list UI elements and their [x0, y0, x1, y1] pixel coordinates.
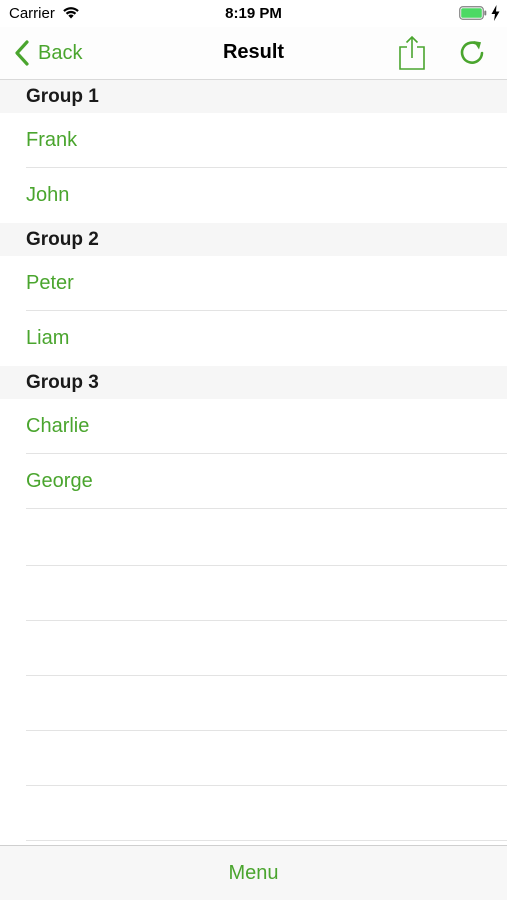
section-header-group-3: Group 3 [0, 366, 507, 399]
clock: 8:19 PM [225, 5, 282, 22]
list-item[interactable]: George [0, 454, 507, 509]
list-item[interactable]: Frank [0, 113, 507, 168]
charging-bolt-icon [491, 5, 500, 21]
navigation-bar: Back Result [0, 27, 507, 80]
empty-row-separator [0, 566, 507, 621]
status-bar: Carrier 8:19 PM [0, 0, 507, 27]
section-header-group-2: Group 2 [0, 223, 507, 256]
refresh-icon[interactable] [458, 39, 486, 67]
empty-row-separator [0, 676, 507, 731]
section-header-group-1: Group 1 [0, 80, 507, 113]
empty-row-separator [0, 621, 507, 676]
page-title: Result [222, 41, 285, 63]
list-item[interactable]: Peter [0, 256, 507, 311]
empty-row-separator [0, 509, 507, 566]
bottom-toolbar: Menu [0, 845, 507, 900]
list-item[interactable]: John [0, 168, 507, 223]
empty-row-separator [0, 731, 507, 786]
group-list: Group 1 Frank John Group 2 Peter Liam Gr… [0, 80, 507, 841]
list-item[interactable]: Liam [0, 311, 507, 366]
empty-row-separator [0, 786, 507, 841]
battery-icon [459, 6, 487, 20]
screen: Carrier 8:19 PM Back Result Group 1 Fran… [0, 0, 507, 900]
list-item[interactable]: Charlie [0, 399, 507, 454]
menu-button[interactable]: Menu [228, 862, 278, 885]
share-icon[interactable] [398, 35, 426, 71]
